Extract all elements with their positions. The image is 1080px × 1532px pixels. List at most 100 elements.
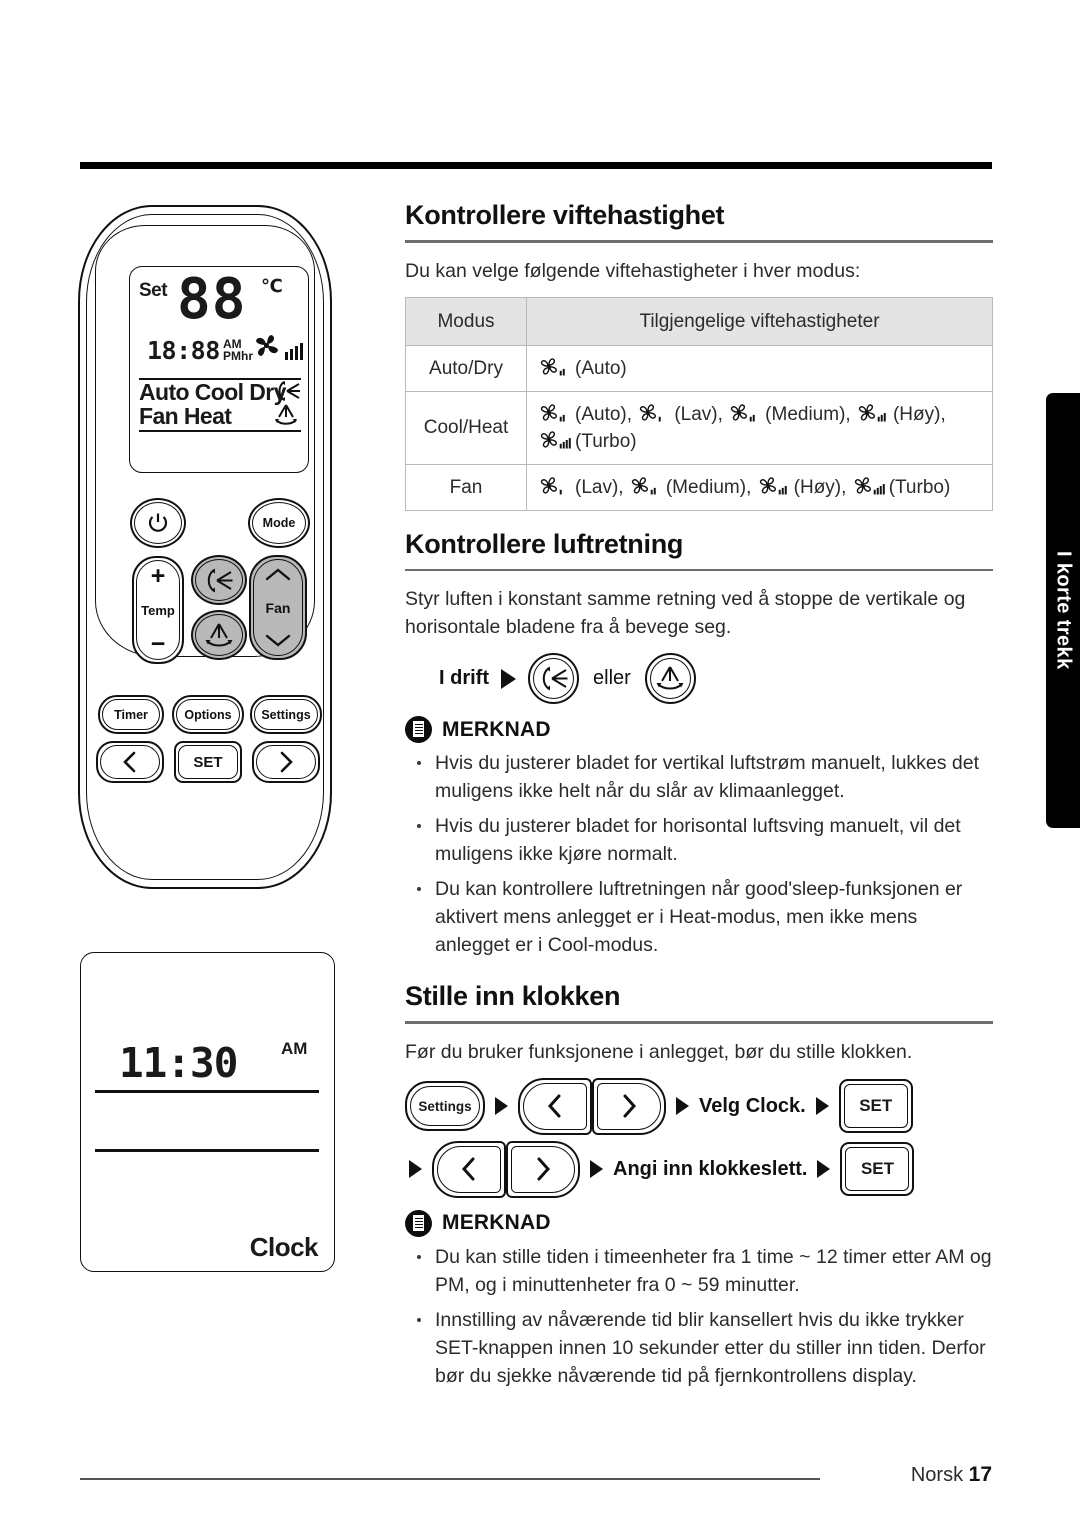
manual-page: I korte trekk Set 88 ℃ 18:88 AM PMhr Aut…: [0, 0, 1080, 1532]
fan-speed-heading: Kontrollere viftehastighet: [405, 200, 725, 230]
list-item: Du kan stille tiden i timeenheter fra 1 …: [405, 1243, 993, 1299]
set-clock-step-1-text: Velg Clock.: [699, 1094, 806, 1117]
table-row: Auto/Dry (Auto): [405, 344, 993, 392]
vertical-swing-icon: [275, 379, 301, 403]
left-button[interactable]: [432, 1140, 506, 1198]
chevron-left-icon: [460, 1156, 478, 1182]
remote-lcd-display: Set 88 ℃ 18:88 AM PMhr Auto Cool Dry Fan…: [129, 266, 309, 473]
remote-options-button[interactable]: Options: [172, 695, 244, 734]
fan-speed-label: (Auto): [575, 357, 627, 379]
right-button[interactable]: [506, 1140, 580, 1198]
table-header-row: Modus Tilgjengelige viftehastigheter: [405, 296, 993, 346]
chevron-right-icon: [620, 1093, 638, 1119]
remote-timer-label: Timer: [114, 707, 148, 722]
remote-left-button[interactable]: [96, 741, 164, 783]
list-item: Du kan kontrollere luftretningen når goo…: [405, 875, 993, 959]
fan-icon: [250, 330, 284, 362]
set-button-label: SET: [860, 1159, 895, 1178]
vertical-swing-icon: [539, 665, 569, 692]
fan-icon: [852, 475, 886, 497]
chevron-down-icon: [265, 634, 291, 647]
remote-right-button[interactable]: [252, 741, 320, 783]
remote-timer-button[interactable]: Timer: [98, 695, 164, 734]
settings-button[interactable]: Settings: [405, 1081, 485, 1131]
clock-figure-divider-bottom: [95, 1149, 319, 1152]
table-cell-speeds: (Lav), (Medium), (Høy), (Turbo): [526, 463, 993, 511]
chevron-right-icon: [534, 1156, 552, 1182]
remote-options-label: Options: [184, 707, 232, 722]
air-direction-step-label: I drift: [439, 667, 489, 689]
power-icon: [146, 511, 170, 535]
lcd-unit-celsius: ℃: [261, 276, 283, 296]
note-document-icon: [405, 716, 432, 743]
remote-upper-body: Set 88 ℃ 18:88 AM PMhr Auto Cool Dry Fan…: [95, 225, 315, 664]
table-cell-speeds: (Auto): [526, 344, 993, 392]
air-direction-note-title: MERKNAD: [442, 717, 551, 741]
remote-vertical-swing-button[interactable]: [191, 555, 247, 605]
arrow-right-icon: [590, 1160, 603, 1178]
fan-speed-label: (Turbo): [575, 430, 637, 452]
horizontal-swing-icon: [204, 622, 234, 649]
clock-display-figure: 11:30 AM Clock: [80, 952, 335, 1272]
air-direction-note-list: Hvis du justerer bladet for vertikal luf…: [405, 749, 993, 959]
list-item: Innstilling av nåværende tid blir kansel…: [405, 1306, 993, 1390]
fan-speed-label: (Turbo): [888, 476, 951, 498]
lcd-fan-indicator: [250, 330, 303, 362]
right-button[interactable]: [592, 1077, 666, 1135]
remote-set-button[interactable]: SET: [174, 741, 242, 783]
set-button[interactable]: SET: [838, 1079, 913, 1133]
table-cell-mode: Cool/Heat: [405, 390, 527, 465]
remote-horizontal-swing-button[interactable]: [191, 610, 247, 660]
horizontal-swing-button[interactable]: [644, 653, 696, 704]
lcd-ampm-indicator: AM PMhr: [223, 338, 253, 362]
settings-button-label: Settings: [418, 1098, 472, 1114]
table-row: Cool/Heat (Auto), (Lav), (Medium), (Høy),…: [405, 390, 993, 465]
chevron-right-icon: [278, 751, 294, 773]
table-cell-speeds: (Auto), (Lav), (Medium), (Høy), (Turbo): [526, 390, 993, 465]
footer-page-number: 17: [968, 1463, 992, 1486]
fan-icon: [538, 429, 572, 451]
remote-settings-button[interactable]: Settings: [250, 695, 322, 734]
remote-temp-label: Temp: [141, 602, 175, 618]
horizontal-swing-icon: [273, 403, 299, 427]
fan-icon: [538, 475, 572, 497]
left-button[interactable]: [518, 1077, 592, 1135]
fan-icon: [629, 475, 663, 497]
remote-fan-label: Fan: [265, 599, 291, 616]
chapter-side-tab-label: I korte trekk: [1052, 551, 1075, 670]
remote-temp-button[interactable]: + Temp −: [132, 556, 184, 664]
vertical-swing-button[interactable]: [528, 653, 579, 704]
remote-settings-label: Settings: [261, 707, 311, 722]
remote-mode-button[interactable]: Mode: [248, 498, 310, 548]
fan-speed-bars: [285, 343, 303, 360]
air-direction-heading-rule: [405, 568, 993, 571]
clock-figure-time: 11:30: [119, 1039, 238, 1087]
header-rule: [80, 162, 992, 169]
set-button[interactable]: SET: [840, 1142, 915, 1196]
table-cell-mode: Fan: [405, 463, 527, 511]
lcd-set-label: Set: [139, 280, 168, 301]
chevron-left-icon: [122, 751, 138, 773]
remote-power-button[interactable]: [130, 498, 186, 548]
fan-speed-table: Modus Tilgjengelige viftehastigheter Aut…: [405, 296, 993, 511]
remote-body: Set 88 ℃ 18:88 AM PMhr Auto Cool Dry Fan…: [78, 205, 332, 889]
remote-fan-button[interactable]: Fan: [249, 555, 307, 660]
chevron-up-icon: [265, 568, 291, 581]
footer: Norsk 17: [911, 1463, 992, 1487]
list-item: Hvis du justerer bladet for horisontal l…: [405, 812, 993, 868]
fan-speed-label: (Lav),: [575, 476, 624, 498]
clock-figure-ampm: AM: [281, 1039, 308, 1058]
temp-plus-icon: +: [150, 562, 166, 590]
clock-figure-label: Clock: [249, 1232, 319, 1262]
chapter-side-tab: I korte trekk: [1046, 393, 1080, 828]
fan-speed-intro: Du kan velge følgende viftehastigheter i…: [405, 259, 861, 282]
lcd-divider-bottom: [139, 430, 301, 432]
arrow-right-icon: [501, 668, 516, 689]
remote-mode-label: Mode: [262, 516, 296, 530]
vertical-swing-icon: [204, 567, 234, 594]
remote-illustration: Set 88 ℃ 18:88 AM PMhr Auto Cool Dry Fan…: [78, 205, 348, 889]
table-header-speeds: Tilgjengelige viftehastigheter: [526, 296, 993, 346]
remote-set-label: SET: [193, 753, 223, 771]
fan-icon: [538, 356, 572, 378]
footer-language: Norsk: [910, 1464, 964, 1486]
